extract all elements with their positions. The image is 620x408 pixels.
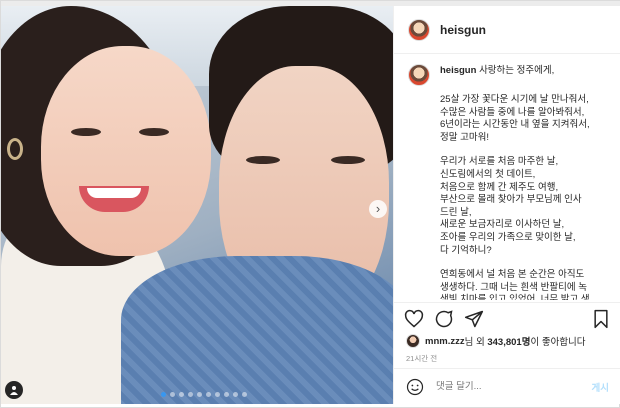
liker-username[interactable]: mnm.zzz (425, 336, 465, 347)
post-comment-button[interactable]: 게시 (592, 380, 609, 394)
comment-input[interactable] (436, 381, 592, 392)
post-time[interactable]: 21시간 전 (406, 353, 437, 364)
carousel-dot (215, 392, 220, 397)
caption-avatar[interactable] (408, 64, 430, 86)
header-username[interactable]: heisgun (440, 23, 486, 37)
carousel-dot (206, 392, 211, 397)
carousel-dot (170, 392, 175, 397)
post-header: heisgun (394, 6, 620, 54)
user-tag-icon[interactable] (5, 381, 23, 399)
avatar[interactable] (408, 18, 430, 41)
heart-icon[interactable] (404, 309, 424, 329)
carousel-dot (242, 392, 247, 397)
likes-summary: mnm.zzz 님 외 343,801명 이 좋아합니다 (406, 334, 586, 348)
post-side-panel: heisgun heisgun 사랑하는 정주에게, 25살 가장 꽃다운 시기… (393, 6, 620, 404)
likes-count[interactable]: 343,801명 (487, 334, 530, 348)
comment-bar: 게시 (394, 368, 620, 404)
carousel-dot (233, 392, 238, 397)
post-photo[interactable]: › (1, 6, 393, 404)
emoji-icon[interactable] (406, 378, 424, 396)
carousel-next-button[interactable]: › (369, 200, 387, 218)
liker-avatar[interactable] (406, 334, 420, 348)
bookmark-icon[interactable] (591, 309, 611, 329)
post-modal: › heisgun heisgun 사랑하는 정주에게, 25살 가장 꽃다운 … (0, 0, 620, 408)
caption-paragraph: 25살 가장 꽃다운 시기에 날 만나줘서, 수많은 사람들 중에 나를 알아봐… (440, 94, 590, 143)
caption-greeting: 사랑하는 정주에게, (479, 65, 555, 76)
carousel-dots (161, 392, 247, 397)
comment-icon[interactable] (434, 309, 454, 329)
carousel-dot (179, 392, 184, 397)
caption-paragraph: 연희동에서 널 처음 본 순간은 아직도 생생하다. 그때 너는 흰색 반팔티에… (440, 269, 590, 300)
caption-username[interactable]: heisgun (440, 65, 476, 76)
share-icon[interactable] (464, 309, 484, 329)
action-bar (394, 302, 620, 332)
carousel-dot (224, 392, 229, 397)
carousel-dot (161, 392, 166, 397)
caption-paragraph: 우리가 서로를 처음 마주한 날, 신도림에서의 첫 데이트, 처음으로 함께 … (440, 156, 582, 256)
carousel-dot (197, 392, 202, 397)
caption-body: 25살 가장 꽃다운 시기에 날 만나줘서, 수많은 사람들 중에 나를 알아봐… (440, 94, 611, 300)
carousel-dot (188, 392, 193, 397)
caption: heisgun 사랑하는 정주에게, 25살 가장 꽃다운 시기에 날 만나줘서… (394, 64, 620, 300)
